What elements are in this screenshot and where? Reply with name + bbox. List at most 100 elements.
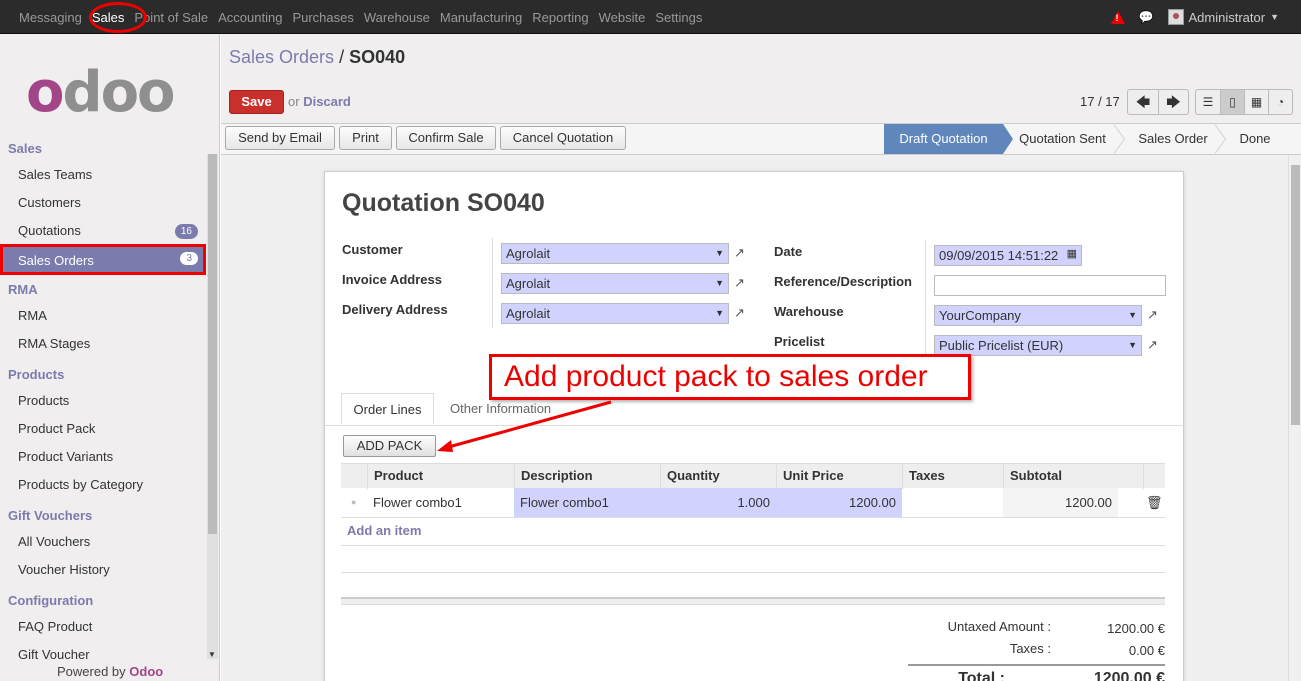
quotations-count-badge: 16: [174, 224, 198, 239]
sidebar-item-customers[interactable]: Customers: [18, 195, 81, 210]
menu-settings[interactable]: Settings: [650, 10, 707, 25]
cell-taxes[interactable]: [902, 488, 1003, 517]
cell-product[interactable]: Flower combo1: [367, 488, 514, 517]
annotation-arrow-icon: [437, 400, 612, 452]
sidebar-section-gift-vouchers: Gift Vouchers: [8, 508, 93, 523]
menu-messaging[interactable]: Messaging: [14, 10, 87, 25]
total-value: 1200.00 €: [1093, 670, 1165, 681]
customer-select[interactable]: Agrolait ▼: [501, 243, 729, 264]
external-link-icon[interactable]: ↗: [1147, 337, 1158, 353]
sales-orders-count-badge: 3: [180, 252, 198, 265]
sales-highlight-circle: [89, 2, 147, 33]
stage-done[interactable]: Done: [1229, 124, 1281, 154]
cell-quantity[interactable]: 1.000: [660, 488, 776, 517]
add-pack-button[interactable]: ADD PACK: [343, 435, 436, 457]
column-product[interactable]: Product: [367, 464, 514, 489]
arrow-right-icon[interactable]: 🡆: [1158, 90, 1188, 114]
save-button[interactable]: Save: [229, 90, 284, 114]
chevron-right-icon: [1214, 124, 1227, 154]
top-navbar: Messaging Sales Point of Sale Accounting…: [0, 0, 1301, 34]
reference-input[interactable]: [934, 275, 1166, 296]
sidebar-item-rma-stages[interactable]: RMA Stages: [18, 336, 90, 351]
table-footer: [341, 597, 1165, 605]
column-actions: [1143, 464, 1165, 489]
list-view-icon[interactable]: ☰: [1196, 90, 1220, 114]
print-button[interactable]: Print: [339, 126, 392, 150]
sidebar-section-configuration: Configuration: [8, 593, 94, 608]
sidebar-item-product-variants[interactable]: Product Variants: [18, 449, 113, 464]
graph-view-icon[interactable]: ◔: [1268, 90, 1292, 114]
delivery-address-select[interactable]: Agrolait ▼: [501, 303, 729, 324]
scroll-down-icon[interactable]: ▼: [208, 650, 216, 659]
stage-quotation-sent[interactable]: Quotation Sent: [1011, 124, 1114, 154]
discard-link[interactable]: Discard: [303, 94, 351, 109]
stage-label: Quotation Sent: [1019, 131, 1106, 146]
menu-warehouse[interactable]: Warehouse: [359, 10, 435, 25]
stage-draft-quotation[interactable]: Draft Quotation: [884, 124, 1013, 154]
column-subtotal[interactable]: Subtotal: [1003, 464, 1143, 489]
send-by-email-button[interactable]: Send by Email: [225, 126, 335, 150]
sidebar-item-products[interactable]: Products: [18, 393, 69, 408]
sidebar-item-voucher-history[interactable]: Voucher History: [18, 562, 110, 577]
confirm-sale-button[interactable]: Confirm Sale: [396, 126, 496, 150]
cell-subtotal: 1200.00: [1003, 488, 1118, 517]
sidebar-item-rma[interactable]: RMA: [18, 308, 47, 323]
sidebar-item-sales-orders[interactable]: Sales Orders 3: [0, 244, 206, 275]
content-scrollbar[interactable]: [1288, 155, 1301, 681]
warehouse-select[interactable]: YourCompany ▼: [934, 305, 1142, 326]
breadcrumb-current: SO040: [349, 47, 406, 67]
sidebar-item-faq-product[interactable]: FAQ Product: [18, 619, 92, 634]
sidebar-item-products-by-category[interactable]: Products by Category: [18, 477, 143, 492]
column-unit-price[interactable]: Unit Price: [776, 464, 902, 489]
drag-handle-icon[interactable]: ●: [345, 488, 367, 517]
invoice-address-select[interactable]: Agrolait ▼: [501, 273, 729, 294]
column-taxes[interactable]: Taxes: [902, 464, 1003, 489]
menu-website[interactable]: Website: [594, 10, 651, 25]
powered-brand-link[interactable]: Odoo: [129, 664, 163, 679]
stage-sales-order[interactable]: Sales Order: [1128, 124, 1218, 154]
sidebar-item-sales-teams[interactable]: Sales Teams: [18, 167, 92, 182]
menu-manufacturing[interactable]: Manufacturing: [435, 10, 527, 25]
pricelist-select[interactable]: Public Pricelist (EUR) ▼: [934, 335, 1142, 356]
table-row[interactable]: ● Flower combo1 Flower combo1 1.000 1200…: [341, 488, 1165, 518]
menu-purchases[interactable]: Purchases: [287, 10, 358, 25]
scrollbar-thumb[interactable]: [208, 154, 217, 534]
odoo-logo[interactable]: odoo: [26, 65, 176, 121]
external-link-icon[interactable]: ↗: [734, 275, 745, 291]
sidebar-scrollbar[interactable]: [207, 154, 218, 659]
sidebar-section-products: Products: [8, 367, 65, 382]
trash-icon[interactable]: 🗑: [1140, 488, 1163, 517]
external-link-icon[interactable]: ↗: [1147, 307, 1158, 323]
sidebar-item-all-vouchers[interactable]: All Vouchers: [18, 534, 90, 549]
tab-order-lines[interactable]: Order Lines: [341, 393, 434, 425]
arrow-left-icon[interactable]: 🡄: [1128, 90, 1158, 114]
menu-accounting[interactable]: Accounting: [213, 10, 287, 25]
cell-description[interactable]: Flower combo1: [514, 488, 660, 517]
breadcrumb-parent[interactable]: Sales Orders: [229, 47, 334, 67]
divider: [492, 238, 493, 328]
page-title: Quotation SO040: [342, 189, 545, 217]
column-quantity[interactable]: Quantity: [660, 464, 776, 489]
user-menu[interactable]: Administrator ▼: [1167, 9, 1279, 25]
sidebar-item-product-pack[interactable]: Product Pack: [18, 421, 95, 436]
alert-icon[interactable]: [1110, 10, 1125, 24]
menu-reporting[interactable]: Reporting: [527, 10, 593, 25]
caret-down-icon: ▼: [1270, 12, 1279, 22]
add-item-link[interactable]: Add an item: [347, 523, 421, 538]
column-description[interactable]: Description: [514, 464, 660, 489]
external-link-icon[interactable]: ↗: [734, 305, 745, 321]
pricelist-value: Public Pricelist (EUR): [939, 338, 1064, 353]
external-link-icon[interactable]: ↗: [734, 245, 745, 261]
dropdown-arrow-icon: ▼: [715, 278, 724, 288]
date-field[interactable]: 09/09/2015 14:51:22 ▦: [934, 245, 1082, 266]
sidebar-item-gift-voucher[interactable]: Gift Voucher: [18, 647, 90, 662]
taxes-label: Taxes :: [1009, 641, 1051, 656]
calendar-view-icon[interactable]: ▦: [1244, 90, 1268, 114]
chat-icon[interactable]: 💬: [1139, 10, 1154, 24]
calendar-icon[interactable]: ▦: [1067, 245, 1077, 264]
cancel-quotation-button[interactable]: Cancel Quotation: [500, 126, 626, 150]
scrollbar-thumb[interactable]: [1291, 165, 1300, 425]
sidebar-item-quotations[interactable]: Quotations: [18, 223, 81, 238]
form-view-icon[interactable]: ▯: [1220, 90, 1244, 114]
cell-unit-price[interactable]: 1200.00: [776, 488, 902, 517]
